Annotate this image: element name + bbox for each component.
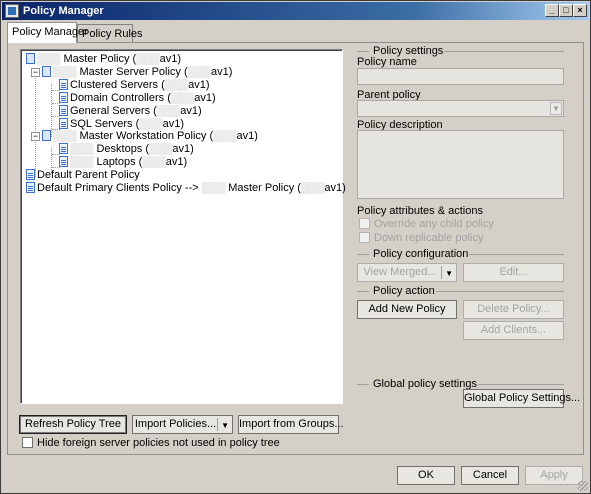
policy-document-icon	[59, 105, 68, 116]
policy-folder-icon	[26, 53, 35, 64]
policy-manager-window: Policy Manager _ □ × Policy Manager Poli…	[0, 0, 591, 494]
import-from-groups-button[interactable]: Import from Groups...	[238, 415, 344, 434]
close-button[interactable]: ×	[573, 4, 587, 17]
override-child-policy-checkbox[interactable]: Override any child policy	[359, 218, 494, 231]
title-bar: Policy Manager _ □ ×	[2, 2, 589, 20]
ok-button[interactable]: OK	[397, 466, 455, 485]
edit-button[interactable]: Edit...	[463, 263, 564, 282]
policy-name-label: Policy name	[357, 56, 417, 68]
policy-document-icon	[59, 79, 68, 90]
tree-node[interactable]: Default Parent Policy	[26, 169, 140, 182]
collapse-icon[interactable]: −	[31, 68, 40, 77]
tree-node[interactable]: Default Primary Clients Policy --> ▒▒▒ M…	[26, 182, 346, 195]
app-icon	[5, 4, 19, 18]
dropdown-arrow-icon: ▼	[221, 421, 229, 430]
policy-attributes-label: Policy attributes & actions	[357, 205, 483, 217]
tab-label: Policy Manager	[12, 26, 88, 38]
policy-document-icon	[26, 182, 35, 193]
policy-folder-icon	[42, 130, 51, 141]
tree-node[interactable]: ▒▒▒ Desktops (▒▒▒av1)	[59, 143, 194, 156]
policy-document-icon	[26, 169, 35, 180]
tab-label: Policy Rules	[82, 28, 143, 40]
tree-node[interactable]: ▒▒▒ Laptops (▒▒▒av1)	[59, 156, 187, 169]
policy-folder-icon	[42, 66, 51, 77]
tree-connector	[35, 72, 36, 177]
policy-name-field[interactable]	[357, 68, 564, 85]
checkbox-box[interactable]	[359, 218, 370, 229]
window-title: Policy Manager	[23, 5, 104, 17]
maximize-button[interactable]: □	[559, 4, 573, 17]
hide-foreign-policies-checkbox[interactable]: Hide foreign server policies not used in…	[22, 437, 280, 450]
policy-description-field[interactable]	[357, 130, 564, 199]
import-policies-button[interactable]: Import Policies... ▼	[132, 415, 233, 434]
add-new-policy-button[interactable]: Add New Policy	[357, 300, 457, 319]
tree-node[interactable]: ▒▒▒ Master Policy (▒▒▒av1)	[26, 53, 181, 66]
tab-policy-manager[interactable]: Policy Manager	[7, 22, 88, 43]
checkbox-box[interactable]	[22, 437, 33, 448]
checkbox-box[interactable]	[359, 232, 370, 243]
policy-document-icon	[59, 92, 68, 103]
parent-policy-select[interactable]: ▼	[357, 100, 564, 117]
view-merged-button[interactable]: View Merged... ▼	[357, 263, 457, 282]
add-clients-button[interactable]: Add Clients...	[463, 321, 564, 340]
policy-document-icon	[59, 118, 68, 129]
policy-manager-panel: ▒▒▒ Master Policy (▒▒▒av1) − ▒▒▒ Master …	[7, 42, 584, 455]
tree-node[interactable]: Clustered Servers (▒▒▒av1)	[59, 79, 210, 92]
tree-node[interactable]: ▒▒▒ Master Workstation Policy (▒▒▒av1)	[42, 130, 258, 143]
resize-grip-icon[interactable]	[578, 481, 588, 491]
global-policy-settings-button[interactable]: Global Policy Settings...	[463, 389, 580, 408]
minimize-button[interactable]: _	[545, 4, 559, 17]
dropdown-arrow-icon: ▼	[445, 269, 453, 278]
cancel-button[interactable]: Cancel	[461, 466, 519, 485]
chevron-down-icon: ▼	[550, 102, 562, 115]
policy-document-icon	[59, 156, 68, 167]
policy-action-group: Policy action	[357, 285, 565, 298]
refresh-policy-tree-button[interactable]: Refresh Policy Tree	[19, 415, 127, 434]
delete-policy-button[interactable]: Delete Policy...	[463, 300, 564, 319]
apply-button[interactable]: Apply	[525, 466, 583, 485]
tree-node[interactable]: General Servers (▒▒▒av1)	[59, 105, 202, 118]
down-replicable-policy-checkbox[interactable]: Down replicable policy	[359, 232, 483, 245]
tree-node[interactable]: ▒▒▒ Master Server Policy (▒▒▒av1)	[42, 66, 232, 79]
policy-configuration-group: Policy configuration	[357, 248, 565, 261]
tree-node[interactable]: Domain Controllers (▒▒▒av1)	[59, 92, 216, 105]
policy-tree[interactable]: ▒▒▒ Master Policy (▒▒▒av1) − ▒▒▒ Master …	[20, 49, 346, 404]
policy-document-icon	[59, 143, 68, 154]
collapse-icon[interactable]: −	[31, 132, 40, 141]
